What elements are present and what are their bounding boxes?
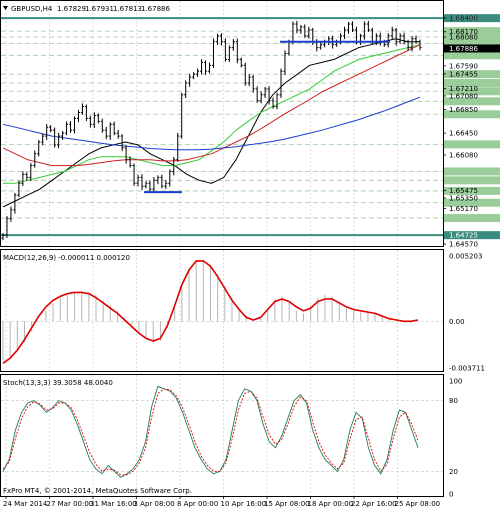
stoch-axis-label: 0 <box>449 491 453 499</box>
time-axis-label: 18 Apr 00:00 <box>308 500 354 508</box>
price-axis-label: 1.67080 <box>449 92 478 100</box>
price-axis-label: 1.67455 <box>449 70 478 78</box>
price-axis-label: 1.66080 <box>449 151 478 159</box>
grid-lines <box>1 1 443 496</box>
price-axis-label: 1.65170 <box>449 205 478 213</box>
time-axis-label: 3 Apr 08:00 <box>134 500 175 508</box>
current-price-tag-label: 1.67886 <box>449 45 478 53</box>
time-axis-label: 24 Mar 2014 <box>3 500 48 508</box>
price-axis-label: 1.67590 <box>449 62 478 70</box>
price-axis-label: 1.66450 <box>449 130 478 138</box>
chart-canvas[interactable]: 1.684001.647251.67886 1.684001.681701.68… <box>0 0 502 510</box>
price-axis-label: 1.68400 <box>449 15 478 23</box>
stoch-signal-line <box>2 388 419 476</box>
footer-copyright: FxPro MT4, © 2001-2014, MetaQuotes Softw… <box>3 487 192 495</box>
price-level-tag <box>444 167 500 176</box>
stoch-panel-frame <box>0 374 444 497</box>
price-level-tag <box>444 140 500 149</box>
price-header-low: 1.67813 <box>113 5 142 13</box>
moving-averages <box>2 38 421 208</box>
time-axis-label: 25 Apr 08:00 <box>395 500 441 508</box>
triangle-down-icon[interactable] <box>3 6 8 10</box>
horizontal-levels: 1.68400 1.64725 1.67886 <box>1 14 500 240</box>
price-axis-label: 1.68080 <box>449 34 478 42</box>
time-axis-label: 10 Apr 16:00 <box>221 500 267 508</box>
moving-average-line-2 <box>2 44 421 167</box>
price-axis-label: 1.65350 <box>449 195 478 203</box>
moving-average-line-3 <box>2 96 421 151</box>
stoch-axis-label: 100 <box>449 378 462 386</box>
time-axis-label: 22 Apr 16:00 <box>351 500 397 508</box>
macd-axis-label: -0.003711 <box>449 365 485 373</box>
price-axis-label: 1.66850 <box>449 106 478 114</box>
price-level-tag <box>444 214 500 223</box>
moving-average-line-0 <box>2 38 420 208</box>
stoch-axis-label: 20 <box>449 468 458 476</box>
price-header-high: 1.67931 <box>85 5 114 13</box>
stoch-axis-label: 80 <box>449 397 458 405</box>
time-axis-label: 8 Apr 00:00 <box>177 500 218 508</box>
macd-axis-label: 0.00 <box>449 318 465 326</box>
macd-title: MACD(12,26,9) -0.000011 0.000120 <box>3 254 130 262</box>
price-header-open: 1.67829 <box>57 5 86 13</box>
chart-window: 1.68400 1.64725 1.67886 1.68400 1.68170 1.68… <box>0 0 502 510</box>
price-level-tag-label: 1.64725 <box>449 232 478 240</box>
price-header-symbol: GBPUSD,H4 <box>11 5 53 13</box>
price-bars <box>1 20 422 241</box>
macd-plot: 0.005203 0.00 -0.003711 <box>1 253 485 373</box>
time-axis-label: 15 Apr 08:00 <box>264 500 310 508</box>
time-axis-label: 27 Mar 00:00 <box>47 500 94 508</box>
macd-axis-label: 0.005203 <box>449 253 482 261</box>
time-axis-label: 31 Mar 16:00 <box>90 500 137 508</box>
time-axis: 24 Mar 2014 27 Mar 00:0031 Mar 16:003 Apr… <box>3 496 440 508</box>
stoch-main-line <box>2 385 419 478</box>
price-header-close: 1.67886 <box>141 5 170 13</box>
stoch-title: Stoch(13,3,3) 39.3058 48.0040 <box>3 379 113 387</box>
price-axis-label: 1.64570 <box>449 241 478 249</box>
price-level-tag <box>444 176 500 185</box>
stochastic-plot: 100 80 20 0 <box>2 378 462 499</box>
